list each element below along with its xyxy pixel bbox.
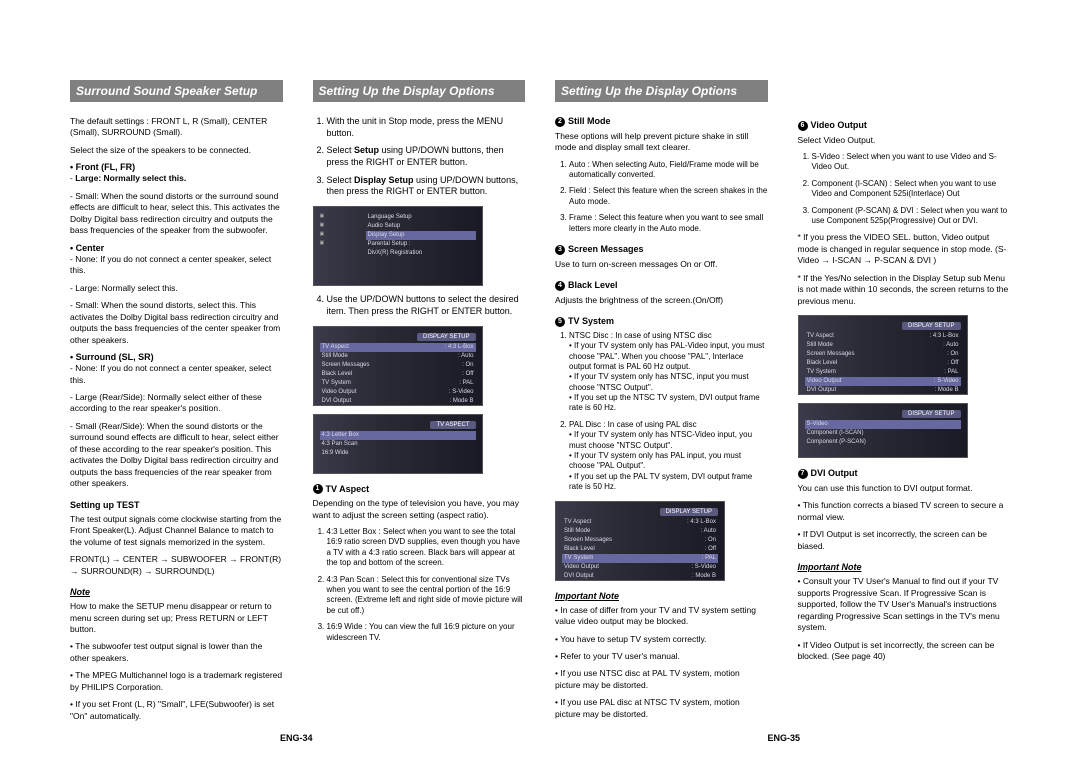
screenshot-display-setup: DISPLAY SETUP TV Aspect: 4:3 L-Box Still… [313, 326, 483, 406]
page-number-right: ENG-35 [767, 733, 800, 743]
tvaspect-list: 4:3 Letter Box : Select when you want to… [313, 527, 526, 643]
text: You have to setup TV system correctly. [555, 634, 768, 645]
text: If you use NTSC disc at PAL TV system, m… [555, 668, 768, 691]
text: Adjusts the brightness of the screen.(On… [555, 295, 768, 306]
test-chain: FRONT(L) → CENTER → SUBWOOFER → FRONT(R)… [70, 554, 283, 577]
text: Select Video Output. [798, 135, 1011, 146]
text: How to make the SETUP menu disappear or … [70, 601, 283, 635]
header-display-1: Setting Up the Display Options [313, 80, 526, 102]
text: Select the size of the speakers to be co… [70, 145, 283, 156]
text: You can use this function to DVI output … [798, 483, 1011, 494]
num-icon: 5 [555, 317, 565, 327]
text: If you set Front (L, R) "Small", LFE(Sub… [70, 699, 283, 722]
text: The MPEG Multichannel logo is a trademar… [70, 670, 283, 693]
num-icon: 1 [313, 484, 323, 494]
li: NTSC Disc : In case of using NTSC disc I… [569, 331, 768, 414]
text: Small: When the sound distorts, select t… [70, 300, 283, 346]
heading-blacklevel: 4Black Level [555, 280, 768, 291]
text: * If the Yes/No selection in the Display… [798, 273, 1011, 307]
heading-center: • Center [70, 243, 283, 253]
heading-note: Note [70, 587, 283, 597]
heading-screenmessages: 3Screen Messages [555, 244, 768, 255]
header-display-2: Setting Up the Display Options [555, 80, 768, 102]
still-list: Auto : When selecting Auto, Field/Frame … [555, 160, 768, 234]
text: Depending on the type of television you … [313, 498, 526, 521]
screenshot-setup-menu: ▣▣▣▣ Language Setup Audio Setup Display … [313, 206, 483, 286]
text: If you use PAL disc at NTSC TV system, m… [555, 697, 768, 720]
vo-list: S-Video : Select when you want to use Vi… [798, 152, 1011, 226]
screenshot-display-setup-3: DISPLAY SETUP TV Aspect: 4:3 L-Box Still… [798, 315, 968, 395]
heading-important-note-1: Important Note [555, 591, 768, 601]
screenshot-display-setup-2: DISPLAY SETUP TV Aspect: 4:3 L-Box Still… [555, 501, 725, 581]
heading-surround: • Surround (SL, SR) [70, 352, 283, 362]
text: This function corrects a biased TV scree… [798, 500, 1011, 523]
num-icon: 3 [555, 245, 565, 255]
page-number-left: ENG-34 [280, 733, 313, 743]
text: Consult your TV User's Manual to find ou… [798, 576, 1011, 633]
text: These options will help prevent picture … [555, 131, 768, 154]
li: 4:3 Pan Scan : Select this for conventio… [327, 575, 526, 617]
num-icon: 2 [555, 117, 565, 127]
heading-stillmode: 2Still Mode [555, 116, 768, 127]
text: Large: Normally select this. [70, 283, 283, 294]
text: None: If you do not connect a center spe… [70, 254, 283, 277]
text: The test output signals come clockwise s… [70, 514, 283, 548]
column-3: Setting Up the Display Options 2Still Mo… [555, 80, 768, 728]
heading-tvaspect: 1TV Aspect [313, 484, 526, 495]
text: Large (Rear/Side): Normally select eithe… [70, 392, 283, 415]
text: Use to turn on-screen messages On or Off… [555, 259, 768, 270]
header-surround: Surround Sound Speaker Setup [70, 80, 283, 102]
li: 16:9 Wide : You can view the full 16:9 p… [327, 622, 526, 643]
screenshot-tvaspect: TV ASPECT 4:3 Letter Box 4:3 Pan Scan 16… [313, 414, 483, 474]
li: 4:3 Letter Box : Select when you want to… [327, 527, 526, 569]
column-1: Surround Sound Speaker Setup The default… [70, 80, 283, 728]
step-4: Use the UP/DOWN buttons to select the de… [327, 294, 526, 317]
step-3: Select Display Setup using UP/DOWN butto… [327, 175, 526, 198]
text: Small: When the sound distorts or the su… [70, 191, 283, 237]
text: Small (Rear/Side): When the sound distor… [70, 421, 283, 490]
screenshot-videooutput-options: DISPLAY SETUP S-Video Component (I-SCAN)… [798, 403, 968, 458]
text: Large: Normally select this. [70, 173, 283, 184]
heading-test: Setting up TEST [70, 500, 283, 510]
steps-list: With the unit in Stop mode, press the ME… [313, 116, 526, 198]
heading-videooutput: 6Video Output [798, 120, 1011, 131]
tvsystem-list: NTSC Disc : In case of using NTSC disc I… [555, 331, 768, 493]
text: Refer to your TV user's manual. [555, 651, 768, 662]
bold: Large: Normally select this. [75, 173, 186, 183]
text: The subwoofer test output signal is lowe… [70, 641, 283, 664]
column-4: 6Video Output Select Video Output. S-Vid… [798, 80, 1011, 728]
step-2: Select Setup using UP/DOWN buttons, then… [327, 145, 526, 168]
num-icon: 6 [798, 121, 808, 131]
text: If Video Output is set incorrectly, the … [798, 640, 1011, 663]
num-icon: 4 [555, 281, 565, 291]
text: None: If you do not connect a center spe… [70, 363, 283, 386]
li: PAL Disc : In case of using PAL disc If … [569, 420, 768, 493]
text: The default settings : FRONT L, R (Small… [70, 116, 283, 139]
column-2: Setting Up the Display Options With the … [313, 80, 526, 728]
manual-spread: Surround Sound Speaker Setup The default… [0, 0, 1080, 758]
steps-list-2: Use the UP/DOWN buttons to select the de… [313, 294, 526, 317]
span: Small: When the sound distorts or the su… [70, 191, 280, 235]
text: * If you press the VIDEO SEL. button, Vi… [798, 232, 1011, 266]
step-1: With the unit in Stop mode, press the ME… [327, 116, 526, 139]
num-icon: 7 [798, 469, 808, 479]
heading-tvsystem: 5TV System [555, 316, 768, 327]
heading-important-note-2: Important Note [798, 562, 1011, 572]
text: In case of differ from your TV and TV sy… [555, 605, 768, 628]
heading-dvioutput: 7DVI Output [798, 468, 1011, 479]
text: If DVI Output is set incorrectly, the sc… [798, 529, 1011, 552]
heading-front: • Front (FL, FR) [70, 162, 283, 172]
